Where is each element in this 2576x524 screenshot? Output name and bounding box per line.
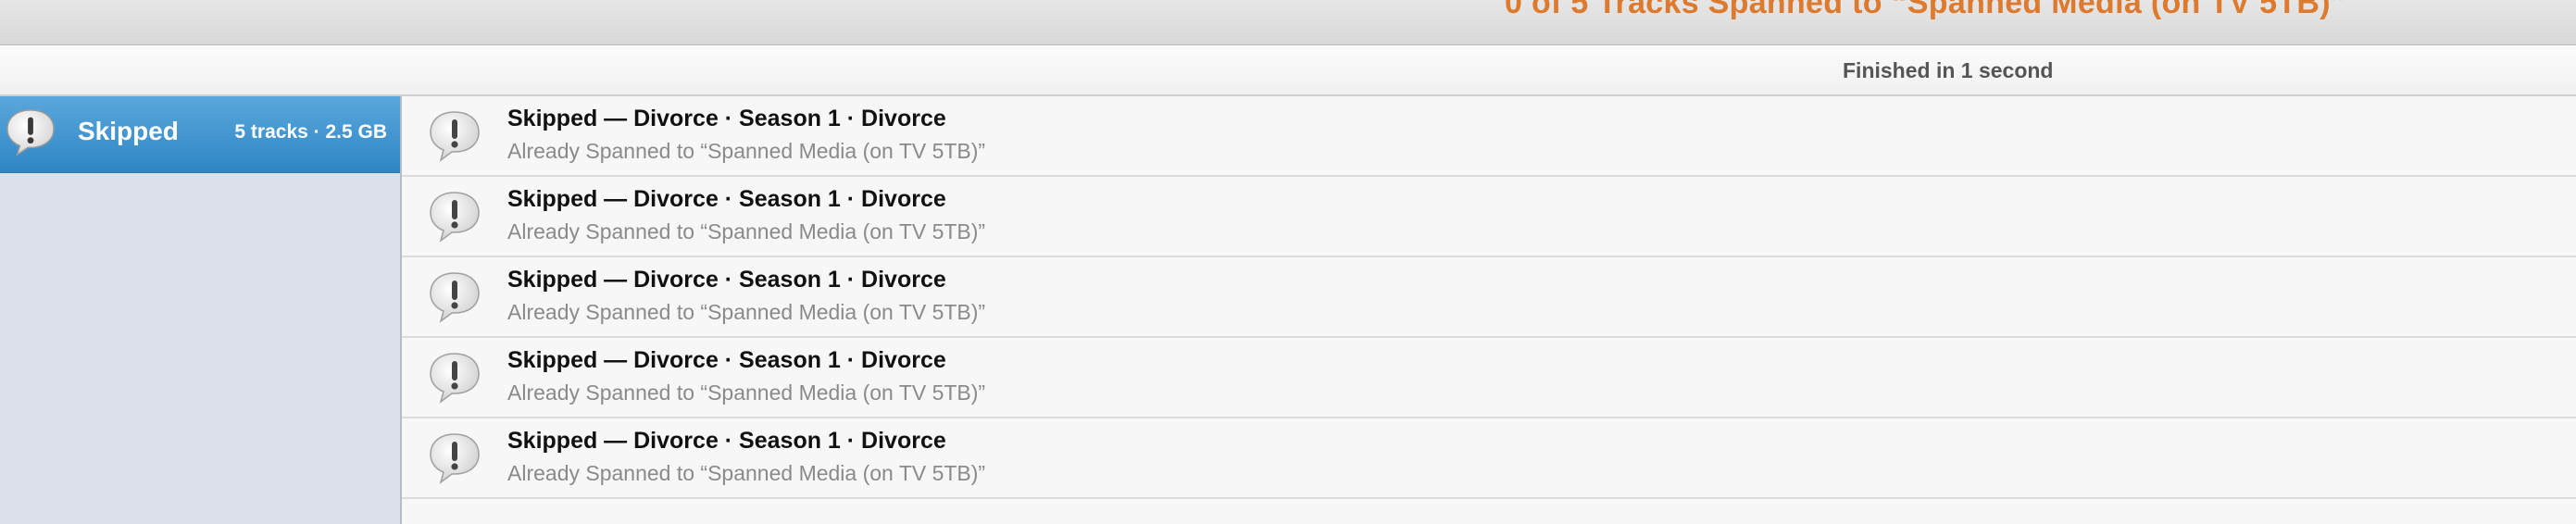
- track-subtitle: Already Spanned to “Spanned Media (on TV…: [507, 219, 986, 243]
- exclamation-bubble-icon: [430, 433, 480, 484]
- track-title: Skipped — Divorce · Season 1 · Divorce: [507, 347, 946, 373]
- track-title: Skipped — Divorce · Season 1 · Divorce: [507, 106, 946, 131]
- track-row[interactable]: Skipped — Divorce · Season 1 · Divorce Al…: [402, 338, 2576, 418]
- exclamation-bubble-icon: [430, 272, 480, 323]
- track-list: Skipped — Divorce · Season 1 · Divorce Al…: [402, 96, 2576, 524]
- track-row[interactable]: Skipped — Divorce · Season 1 · Divorce Al…: [402, 177, 2576, 257]
- sidebar: Skipped 5 tracks · 2.5 GB: [0, 96, 402, 524]
- sidebar-item-count: 5 tracks · 2.5 GB: [234, 121, 387, 143]
- track-row[interactable]: Skipped — Divorce · Season 1 · Divorce Al…: [402, 96, 2576, 177]
- track-subtitle: Already Spanned to “Spanned Media (on TV…: [507, 381, 986, 405]
- track-row[interactable]: Skipped — Divorce · Season 1 · Divorce Al…: [402, 418, 2576, 499]
- sidebar-item-skipped[interactable]: Skipped 5 tracks · 2.5 GB: [0, 96, 400, 173]
- exclamation-bubble-icon: [430, 111, 480, 162]
- exclamation-bubble-icon: [430, 192, 480, 243]
- track-title: Skipped — Divorce · Season 1 · Divorce: [507, 428, 946, 454]
- status-text: Finished in 1 second: [1843, 58, 2054, 82]
- track-title: Skipped — Divorce · Season 1 · Divorce: [507, 186, 946, 212]
- sidebar-item-label: Skipped: [78, 117, 179, 145]
- header-bar: 0 of 5 Tracks Spanned to “Spanned Media …: [0, 0, 2576, 45]
- track-row[interactable]: Skipped — Divorce · Season 1 · Divorce Al…: [402, 257, 2576, 338]
- status-bar: Finished in 1 second: [0, 45, 2576, 96]
- track-title: Skipped — Divorce · Season 1 · Divorce: [507, 267, 946, 293]
- track-subtitle: Already Spanned to “Spanned Media (on TV…: [507, 139, 986, 163]
- track-subtitle: Already Spanned to “Spanned Media (on TV…: [507, 461, 986, 485]
- span-results-window: 0 of 5 Tracks Spanned to “Spanned Media …: [0, 0, 2576, 524]
- exclamation-bubble-icon: [6, 109, 55, 156]
- exclamation-bubble-icon: [430, 353, 480, 404]
- page-title: 0 of 5 Tracks Spanned to “Spanned Media …: [1505, 0, 2347, 20]
- track-subtitle: Already Spanned to “Spanned Media (on TV…: [507, 300, 986, 324]
